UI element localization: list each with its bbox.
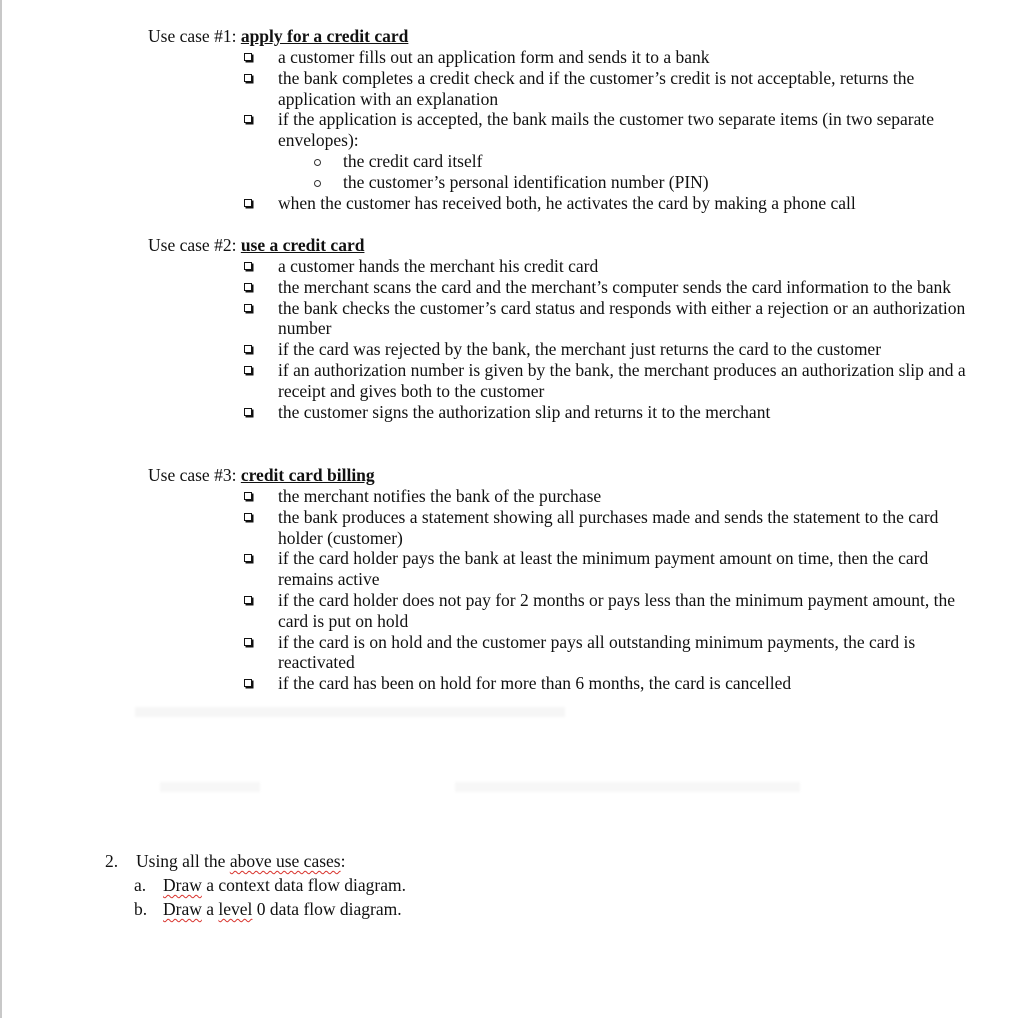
use-case-steps: a customer fills out an application form… bbox=[148, 47, 968, 151]
list-item: a customer fills out an application form… bbox=[148, 47, 968, 68]
question-2: 2. Using all the above use cases: a. Draw … bbox=[105, 849, 406, 921]
list-item: the bank checks the customer’s card stat… bbox=[148, 298, 968, 340]
list-item-text: the merchant notifies the bank of the pu… bbox=[278, 486, 602, 506]
sub-list-item: the customer’s personal identification n… bbox=[148, 172, 968, 193]
sub-list-item: the credit card itself bbox=[148, 151, 968, 172]
use-case-label: Use case #3: bbox=[148, 465, 241, 485]
circle-bullet-icon bbox=[314, 179, 321, 187]
checkbox-bullet-icon bbox=[244, 282, 252, 291]
checkbox-bullet-icon bbox=[244, 262, 252, 270]
checkbox-bullet-icon bbox=[244, 365, 252, 374]
list-item-text: the bank checks the customer’s card stat… bbox=[278, 297, 966, 339]
part-label: b. bbox=[134, 899, 148, 919]
list-item: the bank completes a credit check and if… bbox=[148, 68, 968, 110]
list-item-text: if the card has been on hold for more th… bbox=[278, 673, 792, 694]
use-case-title: use a credit card bbox=[240, 235, 365, 255]
part-text: a context data flow diagram. bbox=[201, 875, 406, 895]
spellcheck-flagged-text[interactable]: above use cases bbox=[230, 851, 341, 871]
list-item-text: the bank produces a statement showing al… bbox=[278, 506, 939, 548]
list-item-text: if the card was rejected by the bank, th… bbox=[278, 339, 882, 360]
list-item: if the card has been on hold for more th… bbox=[148, 673, 968, 694]
list-item: the customer signs the authorization sli… bbox=[148, 402, 968, 423]
list-item-text: if the card holder pays the bank at leas… bbox=[278, 548, 929, 590]
list-item-text: if the application is accepted, the bank… bbox=[278, 109, 935, 151]
list-item-text: if the card holder does not pay for 2 mo… bbox=[278, 589, 956, 631]
intro-text: Using all the bbox=[136, 851, 230, 871]
checkbox-bullet-icon bbox=[244, 53, 252, 61]
checkbox-bullet-icon bbox=[244, 679, 252, 688]
checkbox-bullet-icon bbox=[244, 492, 252, 500]
list-item-text: a customer hands the merchant his credit… bbox=[278, 256, 599, 276]
checkbox-bullet-icon bbox=[244, 115, 252, 124]
spellcheck-flagged-text[interactable]: Draw bbox=[163, 875, 202, 895]
question-part-a: a. Draw a context data flow diagram. bbox=[105, 873, 406, 897]
sub-list-item-text: the customer’s personal identification n… bbox=[343, 171, 709, 192]
list-item: the bank produces a statement showing al… bbox=[148, 507, 968, 549]
checkbox-bullet-icon bbox=[244, 73, 252, 82]
part-label: a. bbox=[134, 875, 147, 895]
circle-bullet-icon bbox=[314, 158, 321, 166]
use-case-3: Use case #3: credit card billing the mer… bbox=[148, 465, 968, 694]
use-case-2: Use case #2: use a credit card a custome… bbox=[148, 235, 968, 422]
checkbox-bullet-icon bbox=[244, 407, 252, 416]
sub-list-item-text: the credit card itself bbox=[343, 150, 483, 171]
checkbox-bullet-icon bbox=[244, 512, 252, 521]
question-2-intro: 2. Using all the above use cases: bbox=[105, 849, 406, 873]
list-item: the merchant notifies the bank of the pu… bbox=[148, 486, 968, 507]
list-item: a customer hands the merchant his credit… bbox=[148, 256, 968, 277]
list-item: if the card holder pays the bank at leas… bbox=[148, 548, 968, 590]
checkbox-bullet-icon bbox=[244, 345, 252, 354]
redacted-text-line bbox=[135, 707, 565, 717]
part-text: a bbox=[201, 899, 219, 919]
use-case-steps-continued: when the customer has received both, he … bbox=[148, 193, 968, 214]
use-case-heading: Use case #2: use a credit card bbox=[148, 235, 968, 256]
part-text: 0 data flow diagram. bbox=[252, 899, 402, 919]
list-item-text: when the customer has received both, he … bbox=[278, 192, 856, 213]
spellcheck-flagged-text[interactable]: level bbox=[218, 899, 252, 919]
list-item-text: if the card is on hold and the customer … bbox=[278, 631, 916, 673]
use-case-label: Use case #2: bbox=[148, 235, 241, 255]
redacted-text-fragment bbox=[160, 782, 260, 792]
checkbox-bullet-icon bbox=[244, 554, 252, 563]
spellcheck-flagged-text[interactable]: Draw bbox=[163, 899, 202, 919]
list-item: if the card is on hold and the customer … bbox=[148, 632, 968, 674]
use-case-steps: the merchant notifies the bank of the pu… bbox=[148, 486, 968, 694]
use-case-title: credit card billing bbox=[240, 465, 375, 485]
checkbox-bullet-icon bbox=[244, 303, 252, 312]
use-case-title: apply for a credit card bbox=[240, 26, 409, 46]
list-item-text: if an authorization number is given by t… bbox=[278, 359, 966, 401]
list-item: if an authorization number is given by t… bbox=[148, 360, 968, 402]
list-item: if the card was rejected by the bank, th… bbox=[148, 339, 968, 360]
list-item-text: the bank completes a credit check and if… bbox=[278, 67, 915, 109]
list-item-text: the customer signs the authorization sli… bbox=[278, 401, 771, 422]
list-item: if the card holder does not pay for 2 mo… bbox=[148, 590, 968, 632]
question-part-b: b. Draw a level 0 data flow diagram. bbox=[105, 897, 406, 921]
list-item: when the customer has received both, he … bbox=[148, 193, 968, 214]
redacted-text-fragment bbox=[455, 782, 800, 792]
list-item-text: the merchant scans the card and the merc… bbox=[278, 276, 952, 297]
list-item-text: a customer fills out an application form… bbox=[278, 47, 710, 67]
page-left-edge bbox=[0, 0, 2, 1018]
question-number: 2. bbox=[105, 851, 119, 871]
checkbox-bullet-icon bbox=[244, 637, 252, 646]
list-item: if the application is accepted, the bank… bbox=[148, 109, 968, 151]
use-case-steps: a customer hands the merchant his credit… bbox=[148, 256, 968, 422]
checkbox-bullet-icon bbox=[244, 595, 252, 604]
checkbox-bullet-icon bbox=[244, 198, 252, 207]
use-case-heading: Use case #1: apply for a credit card bbox=[148, 26, 968, 47]
use-case-1: Use case #1: apply for a credit card a c… bbox=[148, 26, 968, 214]
list-item: the merchant scans the card and the merc… bbox=[148, 277, 968, 298]
use-case-label: Use case #1: bbox=[148, 26, 241, 46]
use-case-heading: Use case #3: credit card billing bbox=[148, 465, 968, 486]
intro-suffix: : bbox=[340, 851, 346, 871]
